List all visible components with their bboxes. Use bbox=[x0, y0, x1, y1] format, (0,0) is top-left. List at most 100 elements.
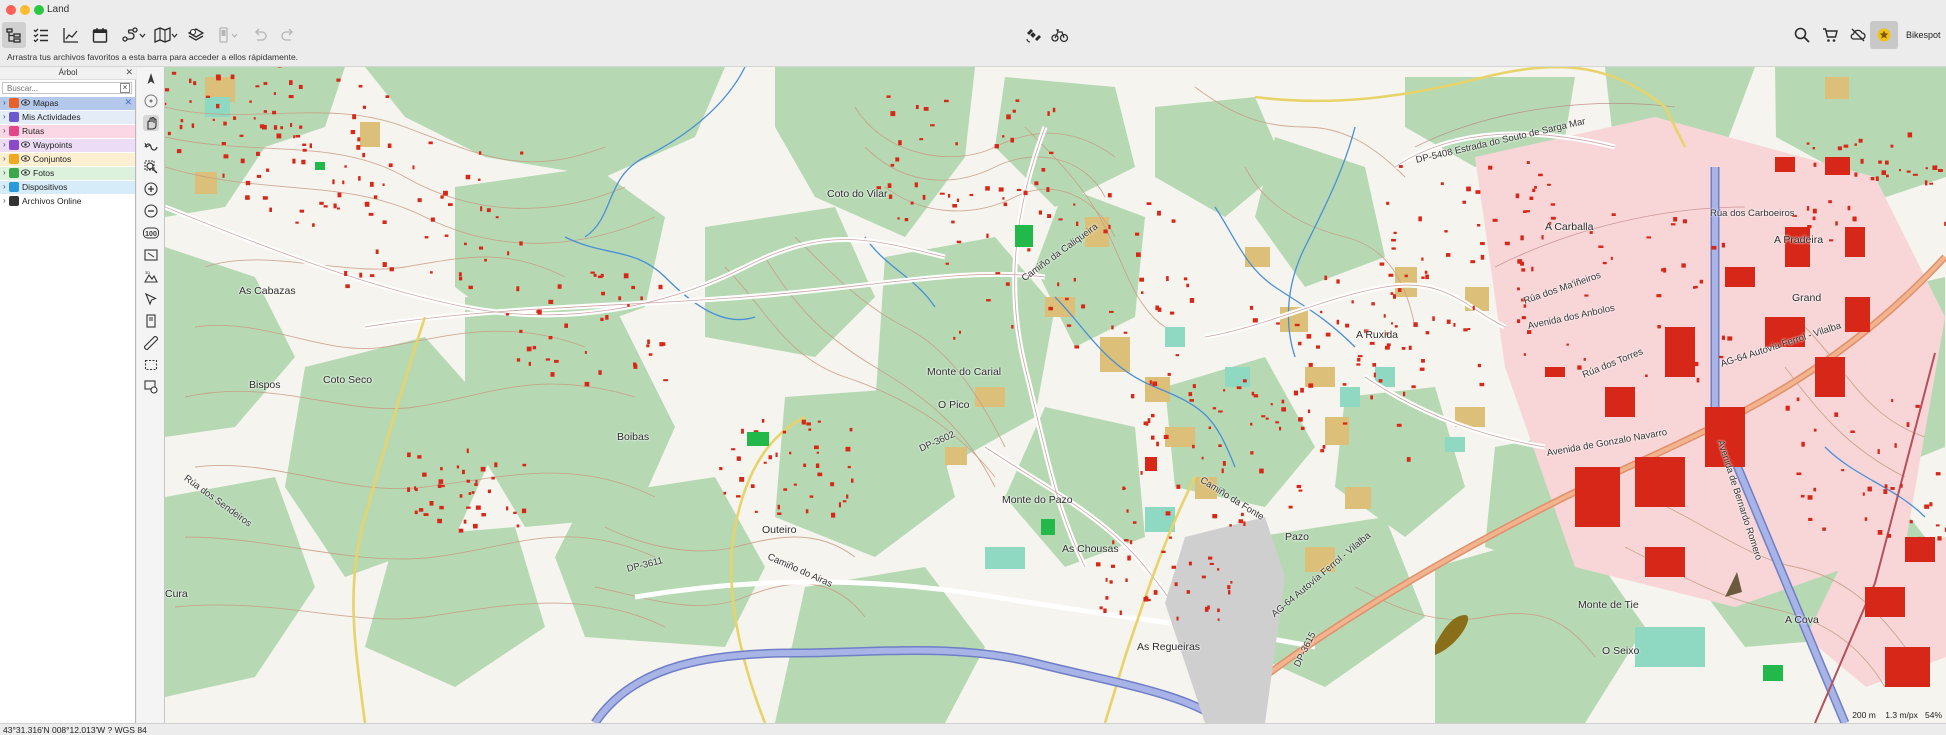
building-dot bbox=[193, 81, 197, 86]
building-dot bbox=[1324, 275, 1328, 281]
3d-view-tool[interactable]: 3D bbox=[143, 269, 159, 285]
tree-item-waypoints[interactable]: › Waypoints bbox=[0, 139, 135, 152]
tree-item-fotos[interactable]: › Fotos bbox=[0, 167, 135, 180]
topographic-map[interactable] bbox=[165, 67, 1946, 723]
expand-chevron-icon[interactable]: › bbox=[3, 98, 6, 107]
building-dot bbox=[1167, 372, 1171, 376]
list-view-button[interactable] bbox=[30, 22, 52, 48]
clear-search-icon[interactable]: × bbox=[120, 83, 130, 93]
expand-chevron-icon[interactable]: › bbox=[3, 140, 6, 149]
building-dot bbox=[1320, 310, 1323, 314]
building-dot bbox=[171, 71, 177, 75]
building-dot bbox=[1413, 322, 1418, 327]
tree-item-conjuntos[interactable]: › Conjuntos bbox=[0, 153, 135, 166]
visibility-eye-icon[interactable] bbox=[21, 140, 30, 149]
visibility-eye-icon[interactable] bbox=[21, 154, 30, 163]
zoom-value[interactable]: 54% bbox=[1925, 710, 1942, 720]
building-dot bbox=[1463, 328, 1468, 332]
profile-name[interactable]: Bikespot bbox=[1906, 30, 1941, 40]
map-settings-tool[interactable] bbox=[143, 379, 159, 395]
map-view[interactable]: Coto do Vilar As Cabazas Bispos Coto Sec… bbox=[165, 67, 1946, 723]
store-button[interactable] bbox=[1819, 22, 1841, 48]
visibility-eye-icon[interactable] bbox=[21, 168, 30, 177]
close-item-icon[interactable]: ✕ bbox=[124, 97, 132, 108]
tree-item-archivos-online[interactable]: › Archivos Online bbox=[0, 195, 135, 208]
calendar-button[interactable] bbox=[89, 22, 111, 48]
building-dot bbox=[1212, 407, 1217, 410]
building-dot bbox=[1176, 616, 1179, 621]
maximize-window-button[interactable] bbox=[34, 5, 44, 15]
cloud-off-icon bbox=[1850, 28, 1866, 42]
book-tool[interactable] bbox=[143, 313, 159, 329]
ruler-tool[interactable] bbox=[143, 335, 159, 351]
expand-chevron-icon[interactable]: › bbox=[3, 182, 6, 191]
label-monte-do-pazo: Monte do Pazo bbox=[1002, 494, 1073, 506]
expand-chevron-icon[interactable]: › bbox=[3, 196, 6, 205]
expand-chevron-icon[interactable]: › bbox=[3, 126, 6, 135]
building-dot bbox=[1678, 368, 1682, 374]
sidebar-close-icon[interactable]: ✕ bbox=[125, 67, 133, 78]
satellite-button[interactable] bbox=[1022, 22, 1044, 48]
building-dot bbox=[1785, 405, 1790, 411]
building-dot bbox=[1870, 177, 1875, 181]
building-dot bbox=[301, 159, 306, 165]
tree-item-rutas[interactable]: › Rutas bbox=[0, 125, 135, 138]
visibility-eye-icon[interactable] bbox=[21, 98, 30, 107]
favorites-bar[interactable]: Arrastra tus archivos favoritos a esta b… bbox=[0, 50, 1946, 67]
bike-sync-button[interactable] bbox=[1048, 22, 1072, 48]
layers-button[interactable] bbox=[185, 22, 207, 48]
building-dot bbox=[516, 524, 520, 528]
building-dot bbox=[212, 118, 215, 121]
select-arrow-tool[interactable] bbox=[143, 291, 159, 307]
zoom-out-tool[interactable] bbox=[143, 203, 159, 219]
building-dot bbox=[468, 285, 473, 290]
building-dot bbox=[1176, 484, 1181, 489]
hand-pan-icon bbox=[147, 116, 157, 130]
building-dot bbox=[458, 272, 462, 277]
hand-pan-tool[interactable] bbox=[143, 115, 159, 131]
building-dot bbox=[648, 353, 653, 356]
building-dot bbox=[516, 286, 520, 292]
tree-item-mapas[interactable]: › Mapas ✕ bbox=[0, 97, 135, 110]
tree-item-dispositivos[interactable]: › Dispositivos bbox=[0, 181, 135, 194]
sidebar-search-input[interactable] bbox=[7, 83, 117, 93]
select-rect-tool[interactable] bbox=[143, 357, 159, 373]
route-button[interactable] bbox=[120, 22, 148, 48]
undo-button[interactable] bbox=[250, 22, 270, 48]
building-dot bbox=[1201, 456, 1204, 460]
redo-button[interactable] bbox=[278, 22, 298, 48]
building-dot bbox=[1550, 216, 1556, 220]
building-dot bbox=[215, 74, 221, 78]
zoom-box-tool[interactable] bbox=[143, 159, 159, 175]
tree-view-button[interactable] bbox=[2, 22, 26, 48]
close-window-button[interactable] bbox=[6, 5, 16, 15]
building-dot bbox=[269, 207, 272, 212]
building-dot bbox=[1065, 297, 1069, 301]
route-draw-tool[interactable] bbox=[143, 137, 159, 153]
label-granda: Grand bbox=[1792, 292, 1822, 304]
tree-item-mis-actividades[interactable]: › Mis Actividades bbox=[0, 111, 135, 124]
fit-screen-tool[interactable] bbox=[143, 247, 159, 263]
building-dot bbox=[369, 274, 375, 277]
expand-chevron-icon[interactable]: › bbox=[3, 112, 6, 121]
expand-chevron-icon[interactable]: › bbox=[3, 168, 6, 177]
minimize-window-button[interactable] bbox=[20, 5, 30, 15]
device-button[interactable] bbox=[216, 22, 242, 48]
zoom-in-tool[interactable] bbox=[143, 181, 159, 197]
expand-chevron-icon[interactable]: › bbox=[3, 154, 6, 163]
road-rua-carboeiros: Rúa dos Carboeiros bbox=[1710, 208, 1795, 219]
map-select-button[interactable] bbox=[152, 22, 180, 48]
sync-status-button[interactable] bbox=[1847, 22, 1869, 48]
zoom-100-tool[interactable]: 100 bbox=[143, 225, 159, 241]
profile-chart-button[interactable] bbox=[60, 22, 82, 48]
profile-button[interactable] bbox=[1870, 21, 1898, 49]
compass-tool[interactable] bbox=[143, 93, 159, 109]
search-button[interactable] bbox=[1791, 22, 1813, 48]
north-arrow-tool[interactable] bbox=[143, 71, 159, 87]
building-dot bbox=[1693, 286, 1696, 289]
building-dot bbox=[417, 198, 422, 203]
building-dot bbox=[356, 145, 361, 150]
building-dot bbox=[424, 236, 429, 239]
building-dot bbox=[1393, 231, 1397, 235]
building-dot bbox=[466, 506, 471, 509]
